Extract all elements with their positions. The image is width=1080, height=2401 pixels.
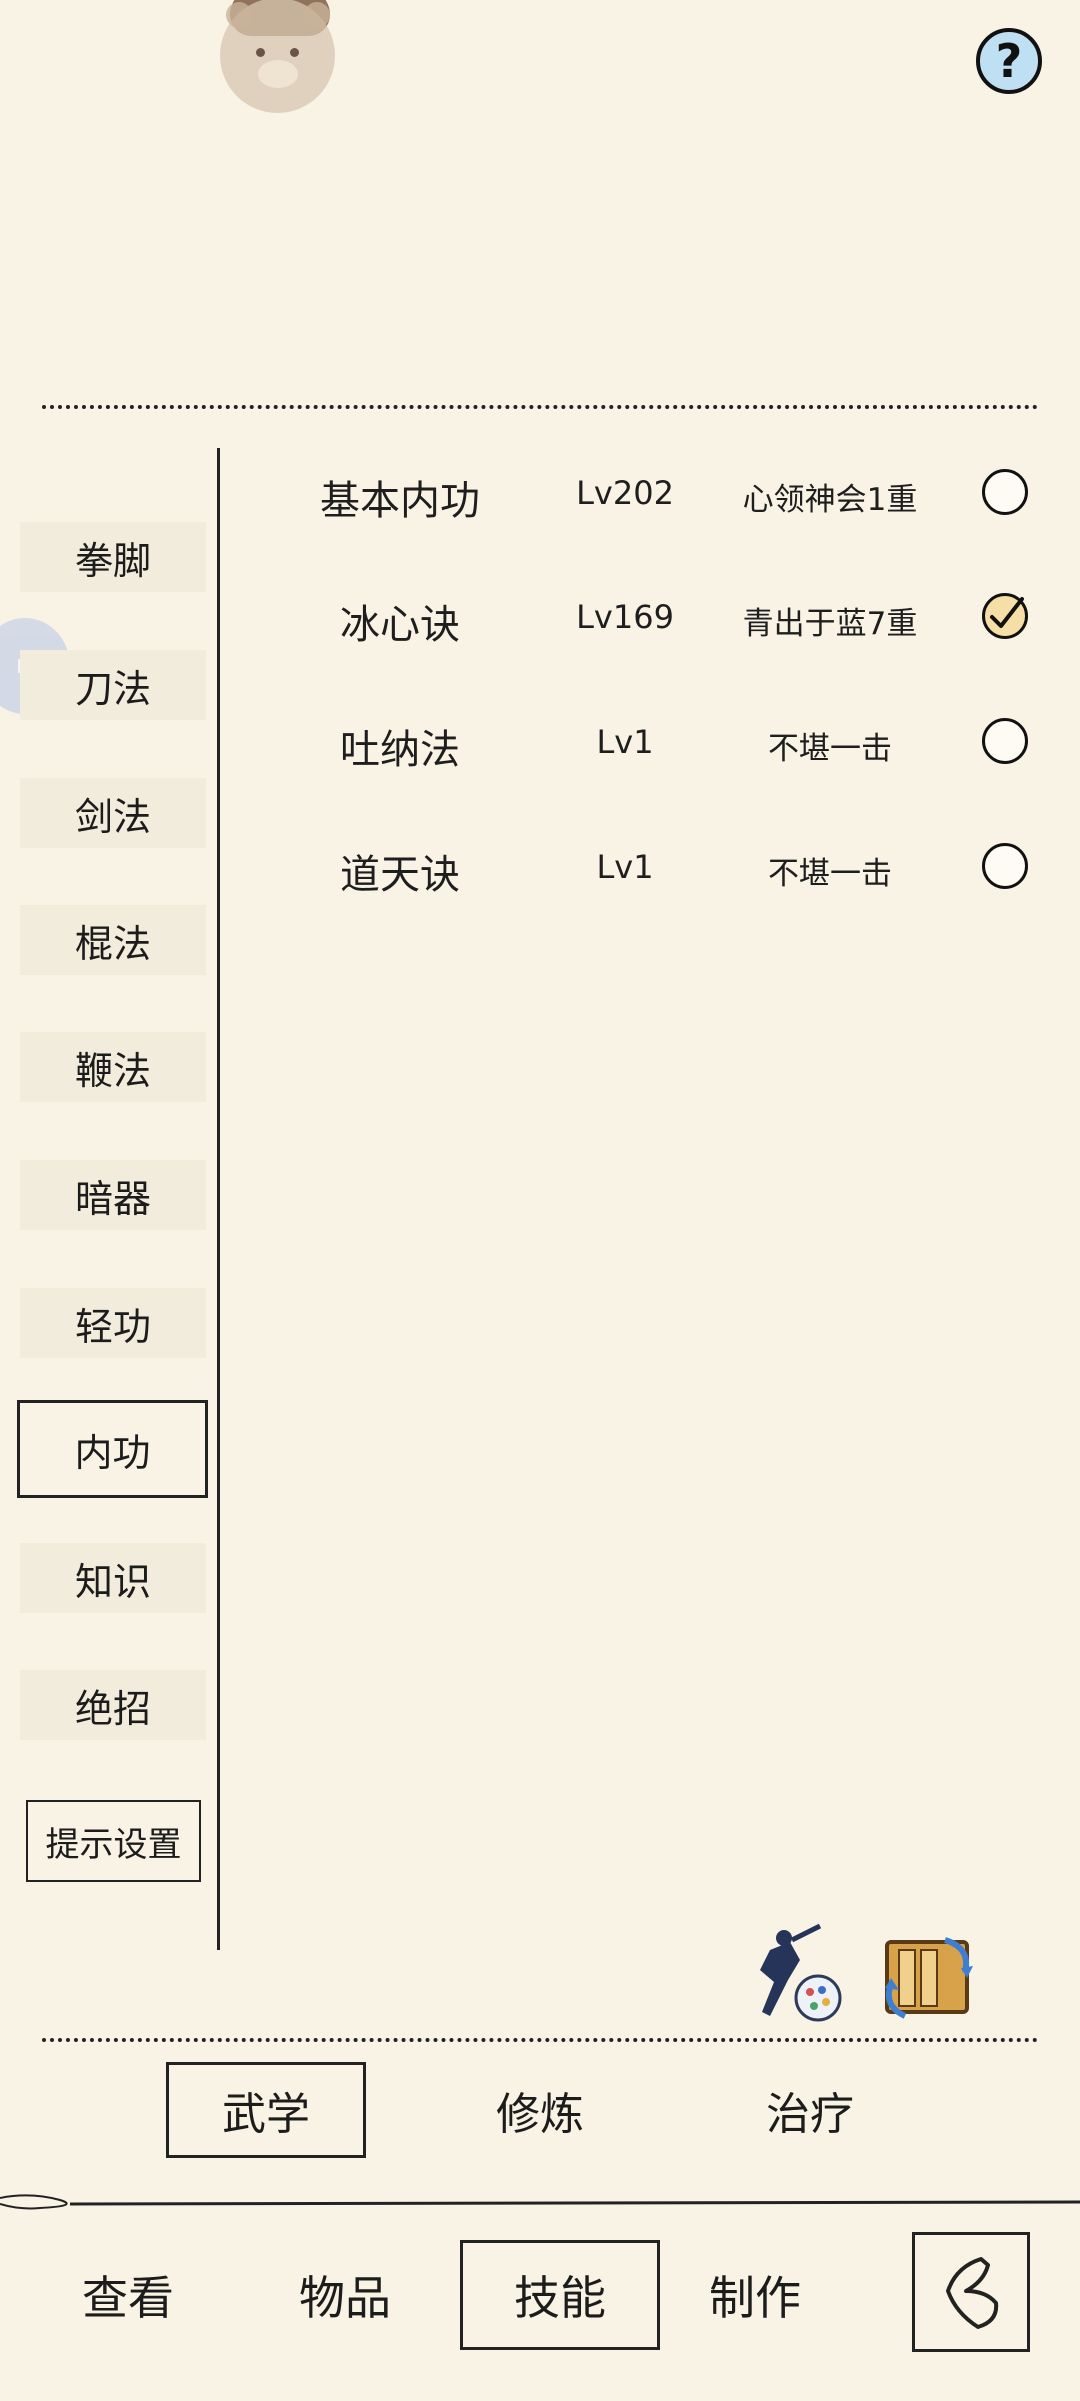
nav-label: 物品 [299, 2271, 391, 2325]
tab-zhiliao[interactable]: 治疗 [710, 2062, 910, 2158]
back-button[interactable] [912, 2232, 1030, 2352]
sidebar-item-label: 剑法 [74, 794, 151, 839]
bear-ear-right [304, 2, 330, 28]
scroll-swap-icon[interactable] [875, 1920, 985, 2030]
skill-name: 基本内功 [320, 478, 480, 524]
sidebar-item-qinggong[interactable]: 轻功 [20, 1288, 206, 1358]
sidebar-item-label: 绝招 [74, 1686, 151, 1731]
tab-label: 修炼 [496, 2089, 584, 2140]
sidebar-item-gunfa[interactable]: 棍法 [20, 905, 206, 975]
tab-wuxue[interactable]: 武学 [166, 2062, 366, 2158]
skill-rank: 不堪一击 [768, 856, 892, 892]
top-divider [42, 405, 1038, 409]
tip-settings-label: 提示设置 [45, 1824, 182, 1865]
sidebar-item-label: 轻功 [74, 1304, 151, 1349]
sidebar-item-bianfa[interactable]: 鞭法 [20, 1032, 206, 1102]
skill-rank: 青出于蓝7重 [742, 606, 918, 642]
skill-name: 冰心诀 [340, 602, 460, 648]
nav-wupin[interactable]: 物品 [245, 2240, 445, 2350]
skill-level: Lv1 [596, 848, 654, 886]
skill-name: 吐纳法 [340, 727, 460, 773]
skills-screen: ? 拳脚 刀法 剑法 棍法 鞭法 暗器 轻功 内功 知识 绝招 提示设置 基本内… [0, 0, 1080, 2401]
nav-label: 技能 [514, 2271, 606, 2325]
sidebar-divider [217, 448, 220, 1950]
bear-ear-left [226, 2, 252, 28]
nav-chakan[interactable]: 查看 [28, 2240, 228, 2350]
martial-artist-icon[interactable] [740, 1920, 850, 2030]
back-arrow-icon [946, 2257, 999, 2329]
nav-label: 制作 [709, 2271, 801, 2325]
bear-eye-left [256, 48, 265, 57]
skill-row[interactable]: 道天诀 Lv1 不堪一击 [260, 820, 1050, 910]
sidebar-item-daofa[interactable]: 刀法 [20, 650, 206, 720]
skill-level: Lv202 [576, 474, 674, 512]
bear-avatar-icon[interactable] [220, 0, 340, 123]
skill-checkbox[interactable] [982, 593, 1028, 639]
tab-label: 治疗 [766, 2089, 854, 2140]
sidebar-item-label: 拳脚 [74, 538, 151, 583]
help-icon: ? [995, 34, 1023, 88]
nav-jineng[interactable]: 技能 [460, 2240, 660, 2350]
skill-rank: 不堪一击 [768, 731, 892, 767]
bear-eye-right [290, 48, 299, 57]
sidebar-item-label: 鞭法 [74, 1048, 151, 1093]
sidebar-item-label: 棍法 [74, 921, 151, 966]
skill-row[interactable]: 冰心诀 Lv169 青出于蓝7重 [260, 570, 1050, 660]
sidebar-item-label: 内功 [74, 1430, 151, 1475]
tab-label: 武学 [222, 2089, 310, 2140]
bottom-divider [42, 2038, 1038, 2042]
sidebar-item-neigong[interactable]: 内功 [17, 1400, 208, 1498]
bear-snout [258, 60, 298, 88]
skill-rank: 心领神会1重 [742, 482, 918, 518]
skill-level: Lv169 [576, 598, 674, 636]
sidebar-item-jianfa[interactable]: 剑法 [20, 778, 206, 848]
sidebar-item-anqi[interactable]: 暗器 [20, 1160, 206, 1230]
ink-divider [0, 2194, 1080, 2210]
sidebar-item-zhishi[interactable]: 知识 [20, 1543, 206, 1613]
skill-checkbox[interactable] [982, 718, 1028, 764]
sidebar-item-quanjiao[interactable]: 拳脚 [20, 522, 206, 592]
tip-settings-button[interactable]: 提示设置 [26, 1800, 201, 1882]
help-button[interactable]: ? [976, 28, 1042, 94]
tab-xiulian[interactable]: 修炼 [440, 2062, 640, 2158]
skill-row[interactable]: 吐纳法 Lv1 不堪一击 [260, 695, 1050, 785]
skill-level: Lv1 [596, 723, 654, 761]
nav-label: 查看 [82, 2271, 174, 2325]
sidebar-item-label: 暗器 [74, 1176, 151, 1221]
skill-checkbox[interactable] [982, 469, 1028, 515]
checkmark-icon [990, 597, 1024, 628]
skill-name: 道天诀 [340, 852, 460, 898]
sidebar-item-label: 刀法 [74, 666, 151, 711]
skill-row[interactable]: 基本内功 Lv202 心领神会1重 [260, 446, 1050, 536]
sidebar-item-juezhao[interactable]: 绝招 [20, 1670, 206, 1740]
skill-checkbox[interactable] [982, 843, 1028, 889]
sidebar-item-label: 知识 [74, 1559, 151, 1604]
nav-zhizuo[interactable]: 制作 [655, 2240, 855, 2350]
